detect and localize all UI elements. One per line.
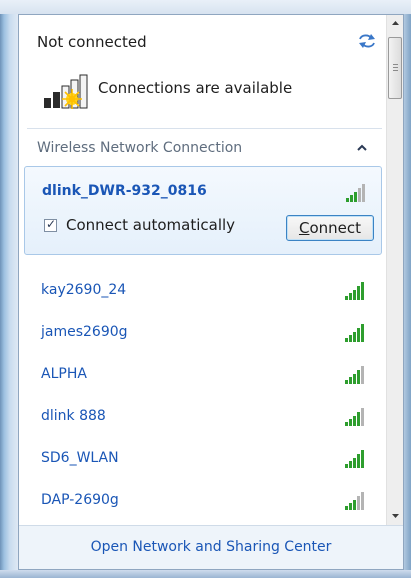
grip-line xyxy=(393,70,398,71)
connect-automatically-label: Connect automatically xyxy=(66,216,236,234)
open-network-sharing-center-link[interactable]: Open Network and Sharing Center xyxy=(19,539,403,555)
network-item[interactable]: james2690g xyxy=(24,316,382,354)
grip-line xyxy=(393,67,398,68)
network-name: kay2690_24 xyxy=(41,282,127,298)
signal-strength-icon xyxy=(345,366,364,384)
window-frame-top xyxy=(0,0,411,14)
scroll-up-icon[interactable] xyxy=(387,15,404,32)
signal-strength-icon xyxy=(346,184,365,202)
section-title: Wireless Network Connection xyxy=(37,140,243,156)
selected-network-name: dlink_DWR-932_0816 xyxy=(42,183,207,199)
network-item[interactable]: ALPHA xyxy=(24,358,382,396)
flyout-footer: Open Network and Sharing Center xyxy=(19,525,403,569)
connection-status: Not connected xyxy=(37,33,147,51)
scroll-down-icon[interactable] xyxy=(387,507,404,524)
signal-strength-icon xyxy=(345,408,364,426)
connect-automatically-checkbox[interactable]: ✓ xyxy=(44,217,57,232)
grip-line xyxy=(393,64,398,65)
vertical-scrollbar[interactable] xyxy=(386,15,403,525)
network-name: dlink 888 xyxy=(41,408,106,424)
network-name: SD6_WLAN xyxy=(41,450,119,466)
scrollbar-thumb[interactable] xyxy=(388,37,402,99)
network-item[interactable]: SD6_WLAN xyxy=(24,442,382,480)
network-flyout: Not connected Connections are available … xyxy=(18,14,404,570)
header-divider xyxy=(27,128,382,129)
connect-button-label: onnect xyxy=(309,219,362,237)
signal-strength-icon xyxy=(345,450,364,468)
network-item[interactable]: dlink 888 xyxy=(24,400,382,438)
selected-network[interactable]: dlink_DWR-932_0816 ✓ Connect automatical… xyxy=(24,166,382,255)
network-item[interactable]: kay2690_24 xyxy=(24,274,382,312)
signal-strength-icon xyxy=(345,282,364,300)
network-item[interactable]: DAP-2690g xyxy=(24,484,382,522)
signal-strength-icon xyxy=(345,324,364,342)
network-name: james2690g xyxy=(41,324,128,340)
network-name: DAP-2690g xyxy=(41,492,119,508)
check-mark-icon: ✓ xyxy=(46,217,57,231)
signal-strength-icon xyxy=(345,492,364,510)
collapse-chevron-icon[interactable] xyxy=(357,144,367,152)
connections-available-icon xyxy=(44,74,88,109)
connect-button[interactable]: Connect xyxy=(286,215,374,241)
flyout-content: Not connected Connections are available … xyxy=(19,15,386,525)
window-frame-bottom xyxy=(0,570,411,578)
network-name: ALPHA xyxy=(41,366,87,382)
connect-button-accelerator: C xyxy=(298,219,310,237)
refresh-icon[interactable] xyxy=(356,33,378,49)
connections-available-label: Connections are available xyxy=(98,79,293,97)
